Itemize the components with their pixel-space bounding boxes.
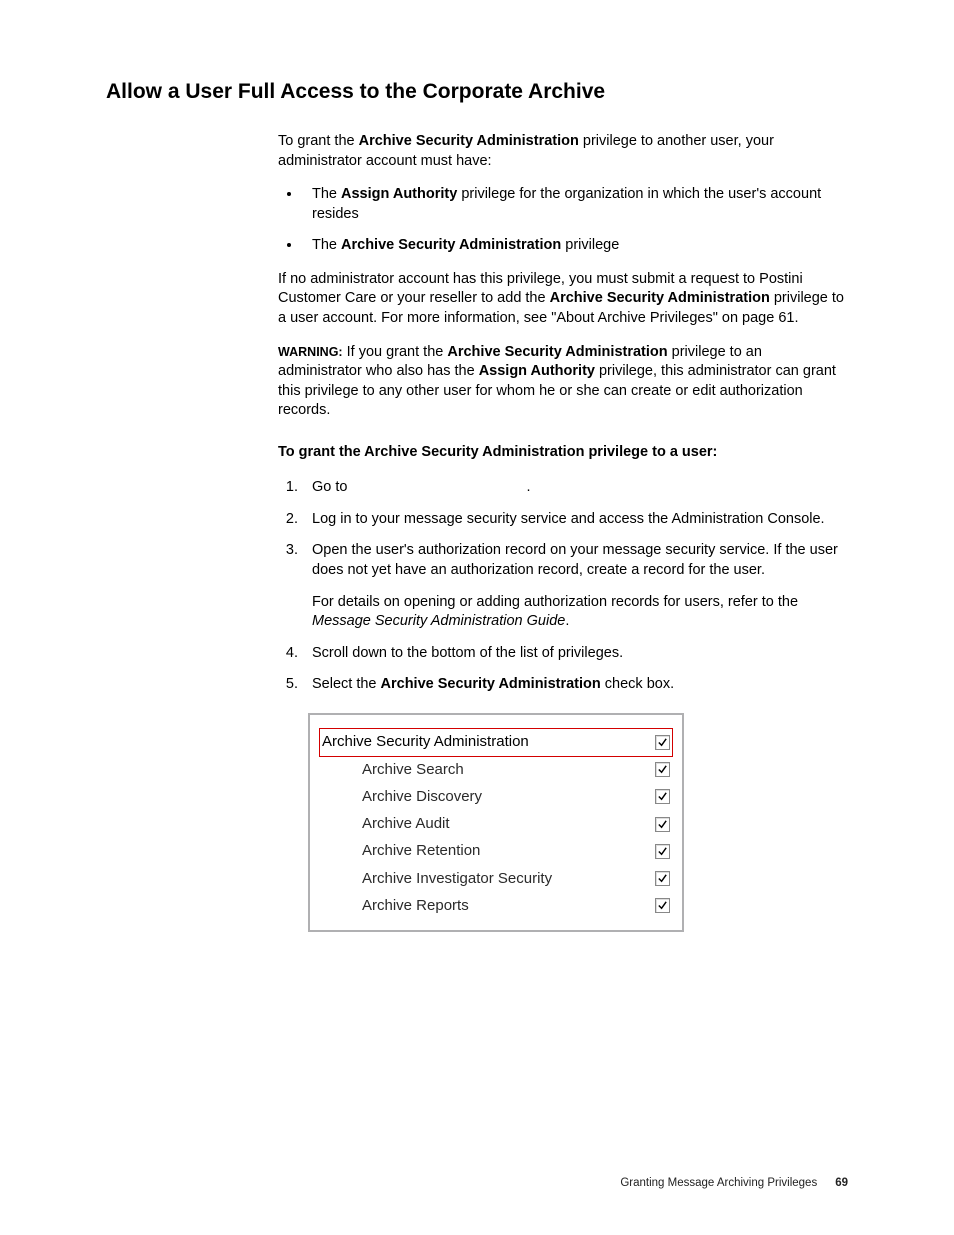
privilege-row: Archive Audit: [320, 811, 672, 838]
privilege-label: Archive Investigator Security: [322, 869, 552, 889]
intro-paragraph: To grant the Archive Security Administra…: [278, 132, 848, 171]
text: check box.: [601, 676, 674, 692]
privilege-name: Archive Security Administration: [550, 290, 770, 306]
privilege-name: Assign Authority: [479, 363, 595, 379]
text: The: [312, 186, 341, 202]
text: Select the: [312, 676, 381, 692]
text: Go to: [312, 479, 352, 495]
privilege-label: Archive Retention: [322, 841, 480, 861]
privilege-row: Archive Search: [320, 756, 672, 783]
text: privilege: [561, 237, 619, 253]
checkbox-icon[interactable]: [655, 789, 670, 804]
prereq-list: The Assign Authority privilege for the o…: [278, 185, 848, 256]
checkbox-icon[interactable]: [655, 898, 670, 913]
privilege-row-header: Archive Security Administration: [320, 729, 672, 756]
guide-title: Message Security Administration Guide: [312, 613, 565, 629]
privilege-label: Archive Security Administration: [322, 732, 529, 752]
privilege-name: Archive Security Administration: [341, 237, 561, 253]
checkbox-icon[interactable]: [655, 817, 670, 832]
no-admin-paragraph: If no administrator account has this pri…: [278, 270, 848, 329]
steps-heading: To grant the Archive Security Administra…: [278, 443, 848, 463]
checkbox-icon[interactable]: [655, 844, 670, 859]
text: Open the user's authorization record on …: [312, 542, 838, 578]
privilege-label: Archive Reports: [322, 896, 469, 916]
privilege-label: Archive Discovery: [322, 787, 482, 807]
privileges-panel: Archive Security Administration Archive …: [308, 713, 684, 932]
warning-paragraph: WARNING: If you grant the Archive Securi…: [278, 343, 848, 421]
privilege-row: Archive Investigator Security: [320, 865, 672, 892]
page-heading: Allow a User Full Access to the Corporat…: [106, 80, 848, 104]
privilege-row: Archive Reports: [320, 892, 672, 919]
warning-label: WARNING:: [278, 345, 343, 359]
text: For details on opening or adding authori…: [312, 594, 798, 610]
checkbox-icon[interactable]: [655, 871, 670, 886]
privilege-label: Archive Audit: [322, 814, 450, 834]
page-footer: Granting Message Archiving Privileges 69: [620, 1177, 848, 1189]
privilege-label: Archive Search: [322, 760, 464, 780]
privilege-name: Archive Security Administration: [447, 344, 667, 360]
text: The: [312, 237, 341, 253]
privilege-row: Archive Retention: [320, 838, 672, 865]
checkbox-icon[interactable]: [655, 735, 670, 750]
step-item: Log in to your message security service …: [302, 510, 848, 530]
text: If you grant the: [343, 344, 448, 360]
step-item: Go to .: [302, 478, 848, 498]
steps-list: Go to . Log in to your message security …: [278, 478, 848, 695]
text: .: [527, 479, 531, 495]
privilege-row: Archive Discovery: [320, 783, 672, 810]
list-item: The Archive Security Administration priv…: [302, 236, 848, 256]
step-item: Select the Archive Security Administrati…: [302, 675, 848, 695]
privilege-name: Assign Authority: [341, 186, 457, 202]
privilege-name: Archive Security Administration: [381, 676, 601, 692]
step-item: Scroll down to the bottom of the list of…: [302, 644, 848, 664]
step-item: Open the user's authorization record on …: [302, 541, 848, 631]
page-number: 69: [835, 1177, 848, 1189]
checkbox-icon[interactable]: [655, 762, 670, 777]
privilege-name: Archive Security Administration: [359, 133, 579, 149]
text: To grant the: [278, 133, 359, 149]
footer-text: Granting Message Archiving Privileges: [620, 1177, 817, 1189]
list-item: The Assign Authority privilege for the o…: [302, 185, 848, 224]
step-subparagraph: For details on opening or adding authori…: [312, 593, 848, 632]
text: .: [565, 613, 569, 629]
